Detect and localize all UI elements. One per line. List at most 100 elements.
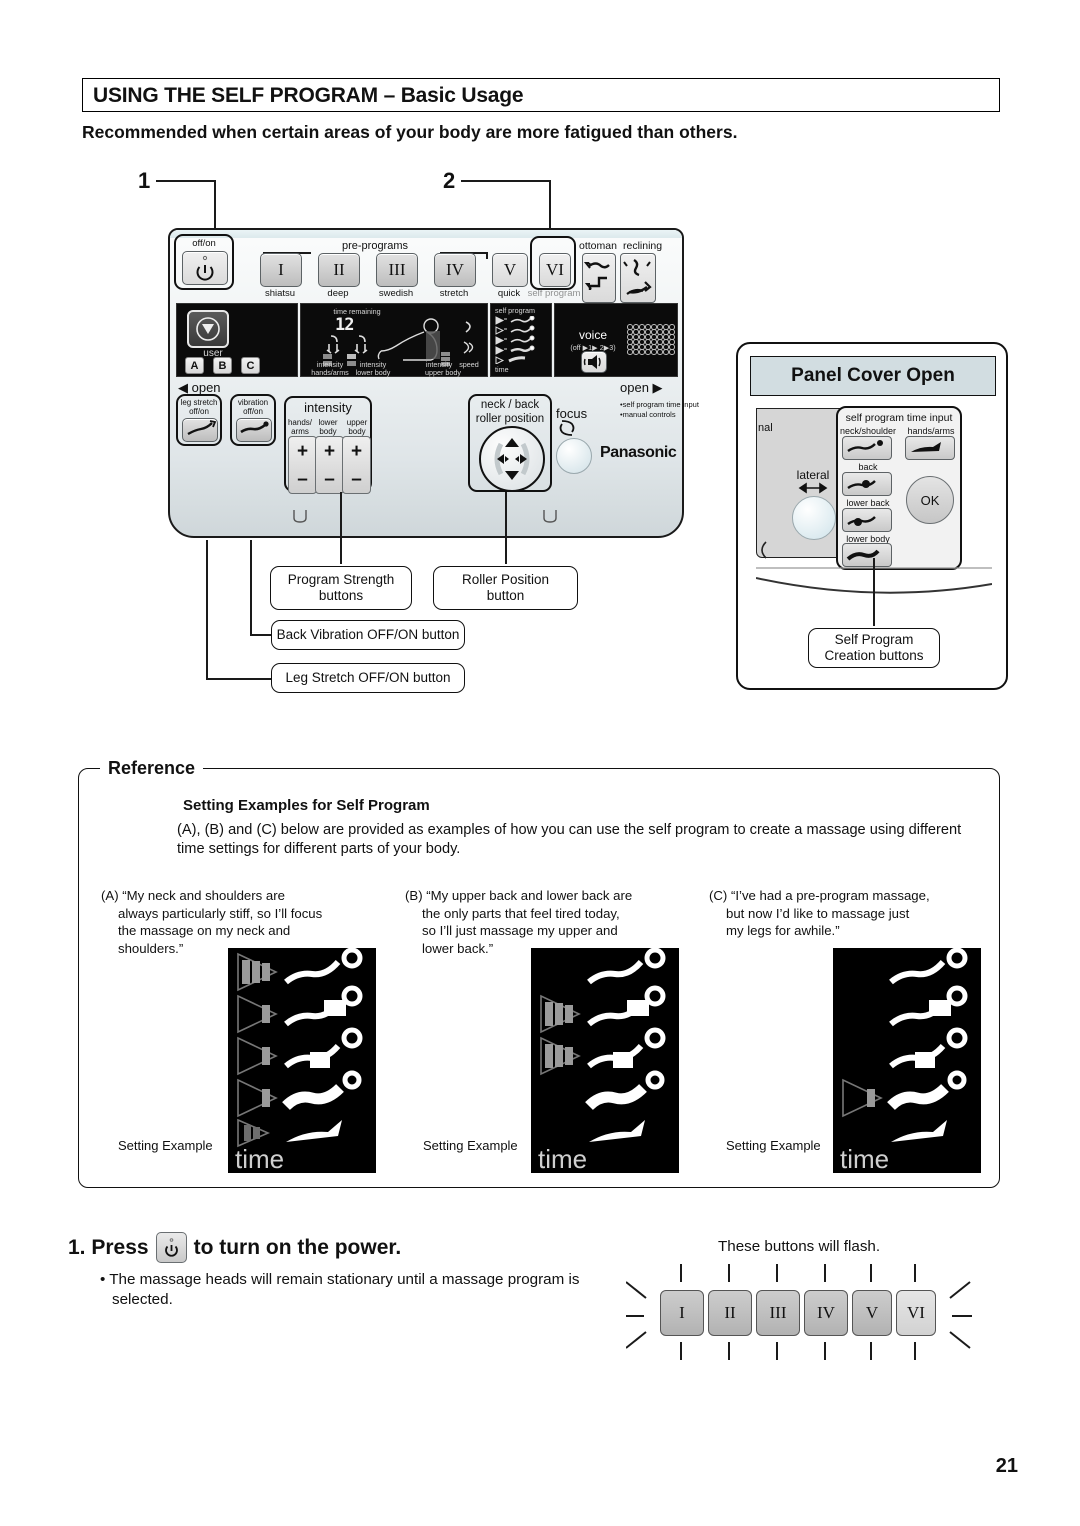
program-key-VI-numeral: VI: [546, 260, 564, 279]
open-note-2: •manual controls: [620, 410, 676, 419]
program-key-III-numeral: III: [388, 260, 406, 279]
neck-shoulder-button[interactable]: [842, 436, 892, 460]
example-b-rows: [540, 947, 666, 1142]
rays-left: [626, 1281, 647, 1349]
program-key-VI-label: self program: [527, 288, 581, 299]
reclining-button[interactable]: [620, 253, 656, 303]
manual-knob[interactable]: [792, 496, 836, 540]
callout-self-program-creation-label: Self Program Creation buttons: [824, 632, 924, 663]
roller-label-2: roller position: [475, 413, 545, 425]
user-key-C[interactable]: C: [241, 357, 260, 374]
back-button[interactable]: [842, 472, 892, 496]
self-program-label: self program: [495, 306, 535, 315]
power-button[interactable]: [182, 251, 228, 285]
voice-button[interactable]: [581, 351, 607, 373]
hands-arms-label: hands/arms: [907, 426, 955, 436]
neck-shoulder-label: neck/shoulder: [839, 426, 897, 436]
program-key-V[interactable]: V: [492, 253, 528, 287]
example-a-line-1: (A) “My neck and shoulders are: [101, 888, 285, 903]
step-1-power-button[interactable]: [155, 1232, 187, 1263]
flash-key-V[interactable]: V: [852, 1290, 892, 1336]
program-key-V-label: quick: [497, 288, 521, 299]
leader-program-strength: [340, 492, 342, 564]
roller-position-dpad[interactable]: [479, 426, 545, 492]
partial-arc-icon: [761, 541, 767, 559]
example-c-time-label: time: [840, 1144, 890, 1174]
example-a-setting-label: Setting Example: [118, 1138, 213, 1153]
ray-bottom-3: [776, 1342, 778, 1360]
leader-leg-stretch-v: [206, 540, 208, 678]
intensity-upper-2: body: [348, 427, 366, 436]
ottoman-label: ottoman: [579, 240, 617, 252]
back-icon: [847, 480, 876, 489]
example-b-setting-label: Setting Example: [423, 1138, 518, 1153]
flash-key-I[interactable]: I: [660, 1290, 704, 1336]
example-b-line-2: the only parts that feel tired today,: [422, 905, 620, 921]
intensity-upper-1: upper: [346, 418, 368, 427]
panel-cover-open-heading: Panel Cover Open: [750, 356, 996, 396]
program-key-II[interactable]: II: [318, 253, 360, 287]
ottoman-icon: [583, 262, 610, 290]
lower-back-button[interactable]: [842, 508, 892, 532]
callout-self-program-creation: Self Program Creation buttons: [808, 628, 940, 668]
example-a-line-3: the massage on my neck and: [118, 923, 291, 939]
hands-arms-button[interactable]: [905, 436, 955, 460]
program-key-III[interactable]: III: [376, 253, 418, 287]
intensity-hands-arms-1: hands/: [287, 418, 313, 427]
preprograms-bracket-right-tick: [486, 252, 488, 259]
remote-control: off/on pre-programs I shiatsu II deep II…: [168, 228, 699, 538]
flash-key-IV[interactable]: IV: [804, 1290, 848, 1336]
user-key-A[interactable]: A: [185, 357, 204, 374]
ottoman-button[interactable]: [582, 253, 616, 303]
step-1-tail: to turn on the power.: [193, 1235, 402, 1259]
stop-button[interactable]: [187, 310, 229, 348]
intensity-hands-arms-2: arms: [291, 427, 309, 436]
leg-stretch-button[interactable]: [182, 418, 218, 442]
program-key-VI[interactable]: VI: [539, 253, 571, 287]
speed-icons: [463, 321, 474, 354]
speed-label: speed: [459, 360, 479, 369]
ok-button[interactable]: OK: [906, 476, 954, 524]
focus-label: focus: [556, 406, 588, 421]
ray-top-1: [680, 1264, 682, 1282]
lower-back-label: lower back: [846, 498, 890, 508]
focus-knob[interactable]: [556, 438, 592, 474]
callout-leg-stretch-label: Leg Stretch OFF/ON button: [285, 670, 451, 686]
leader-2-h: [461, 180, 551, 182]
callout-roller-position: Roller Position button: [433, 566, 578, 610]
callout-number-1: 1: [138, 168, 151, 193]
intensity-lower-body-plus[interactable]: +: [316, 442, 343, 461]
voice-label: voice: [578, 328, 608, 342]
intensity-upper-body-plus[interactable]: +: [343, 442, 370, 461]
intensity-lower-1: lower: [318, 418, 338, 427]
power-icon: [164, 1238, 178, 1257]
intensity-upper-body-stepper[interactable]: + –: [342, 436, 371, 494]
stop-icon: [196, 317, 220, 341]
preprograms-label: pre-programs: [341, 240, 409, 252]
intensity-hands-arms-plus[interactable]: +: [289, 442, 316, 461]
flash-key-II[interactable]: II: [708, 1290, 752, 1336]
intensity-lower-body-minus[interactable]: –: [316, 470, 343, 489]
intensity-group-label: intensity: [304, 400, 352, 415]
vibration-label-2: off/on: [243, 407, 263, 416]
flash-keys-row: I II III IV V VI: [626, 1264, 972, 1360]
panel-cover-open-artwork: nal lateral self program time input neck…: [756, 400, 992, 570]
page-subtitle: Recommended when certain areas of your b…: [82, 122, 738, 142]
example-c-setting-label: Setting Example: [726, 1138, 821, 1153]
flash-note: These buttons will flash.: [718, 1238, 881, 1255]
intensity-lower-body-stepper[interactable]: + –: [315, 436, 344, 494]
program-key-I[interactable]: I: [260, 253, 302, 287]
intensity-hands-arms-minus[interactable]: –: [289, 470, 316, 489]
flash-key-III[interactable]: III: [756, 1290, 800, 1336]
roller-label-1: neck / back: [480, 399, 540, 411]
flash-key-VI[interactable]: VI: [896, 1290, 936, 1336]
user-key-B[interactable]: B: [213, 357, 232, 374]
time-remaining-value: 12: [335, 315, 355, 335]
example-a-display: time: [228, 947, 376, 1174]
example-b-display: time: [531, 947, 679, 1174]
intensity-upper-body-minus[interactable]: –: [343, 470, 370, 489]
program-key-IV[interactable]: IV: [434, 253, 476, 287]
lcd-voice: voice (off ▶1▶ 2▶3): [554, 303, 678, 377]
back-vibration-button[interactable]: [236, 418, 272, 442]
intensity-hands-arms-stepper[interactable]: + –: [288, 436, 317, 494]
